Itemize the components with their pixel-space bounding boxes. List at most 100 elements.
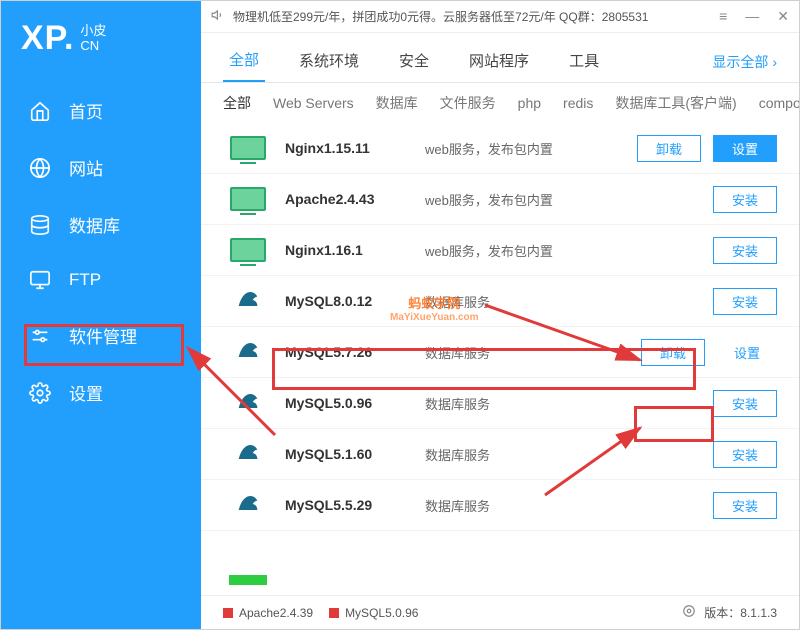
nav-label: 设置 (69, 380, 103, 405)
filter-php[interactable]: php (518, 95, 541, 111)
menu-icon[interactable]: ≡ (719, 8, 727, 25)
software-name: MySQL5.7.26 (285, 344, 425, 360)
software-desc: 数据库服务 (425, 445, 713, 464)
watermark: 蚂蚁学院 MaYiXueYuan.com (390, 296, 479, 324)
software-row: Nginx1.16.1web服务，发布包内置安装 (201, 225, 799, 276)
status-apache: Apache2.4.39 (239, 606, 313, 620)
tab-security[interactable]: 安全 (393, 42, 435, 81)
software-name: Nginx1.15.11 (285, 140, 425, 156)
mysql-icon (231, 336, 265, 369)
nav-label: 网站 (69, 155, 103, 180)
category-tabs: 全部 系统环境 安全 网站程序 工具 显示全部 › (201, 33, 799, 83)
filter-composer[interactable]: composer (759, 95, 799, 111)
sidebar: XP. 小皮 CN 首页 网站 数据库 FTP (1, 1, 201, 629)
software-row: MySQL5.0.96数据库服务安装 (201, 378, 799, 429)
row-actions: 安装 (713, 390, 777, 417)
mysql-icon (231, 489, 265, 522)
software-list: Nginx1.15.11web服务，发布包内置卸载设置Apache2.4.43w… (201, 123, 799, 565)
logo: XP. 小皮 CN (1, 1, 201, 82)
filter-redis[interactable]: redis (563, 95, 593, 111)
software-name: MySQL5.5.29 (285, 497, 425, 513)
software-name: MySQL5.1.60 (285, 446, 425, 462)
web-server-icon (230, 187, 266, 211)
sliders-icon (29, 325, 51, 347)
row-actions: 安装 (713, 237, 777, 264)
footer-gear-icon[interactable] (682, 604, 696, 621)
action-button[interactable]: 设置 (717, 340, 777, 365)
chevron-right-icon: › (772, 54, 777, 70)
status-mysql: MySQL5.0.96 (345, 606, 418, 620)
row-actions: 安装 (713, 492, 777, 519)
version-label: 版本： (704, 604, 740, 621)
show-all-link[interactable]: 显示全部 › (712, 52, 777, 72)
action-button[interactable]: 安装 (713, 492, 777, 519)
titlebar: 物理机低至299元/年，拼团成功0元得。云服务器低至72元/年 QQ群：2805… (201, 1, 799, 33)
globe-icon (29, 157, 51, 179)
software-row: MySQL5.7.26数据库服务卸载设置 (201, 327, 799, 378)
action-button[interactable]: 安装 (713, 390, 777, 417)
progress-bar (229, 575, 267, 585)
software-row: MySQL8.0.12数据库服务安装 (201, 276, 799, 327)
web-server-icon (230, 238, 266, 262)
filter-tabs: 全部 Web Servers 数据库 文件服务 php redis 数据库工具(… (201, 83, 799, 123)
row-actions: 安装 (713, 186, 777, 213)
logo-text-xp: XP. (21, 19, 74, 58)
mysql-icon (231, 438, 265, 471)
nav: 首页 网站 数据库 FTP 软件管理 设置 (1, 82, 201, 629)
software-desc: web服务，发布包内置 (425, 241, 713, 260)
nav-label: 数据库 (69, 212, 120, 237)
filter-webservers[interactable]: Web Servers (273, 95, 354, 111)
action-button[interactable]: 安装 (713, 186, 777, 213)
nav-item-software[interactable]: 软件管理 (1, 307, 201, 364)
status-dot-apache (223, 608, 233, 618)
row-actions: 卸载设置 (637, 135, 777, 162)
announcement-text: 物理机低至299元/年，拼团成功0元得。云服务器低至72元/年 QQ群：2805… (225, 8, 719, 25)
software-desc: web服务，发布包内置 (425, 139, 637, 158)
software-name: Nginx1.16.1 (285, 242, 425, 258)
mysql-icon (231, 387, 265, 420)
software-row: Nginx1.15.11web服务，发布包内置卸载设置 (201, 123, 799, 174)
monitor-icon (29, 269, 51, 291)
gear-icon (29, 382, 51, 404)
tab-all[interactable]: 全部 (223, 41, 265, 82)
tab-tools[interactable]: 工具 (563, 42, 605, 81)
filter-dbtools[interactable]: 数据库工具(客户端) (615, 93, 736, 113)
progress-row (201, 565, 799, 595)
database-icon (29, 214, 51, 236)
action-button[interactable]: 安装 (713, 237, 777, 264)
software-row: Apache2.4.43web服务，发布包内置安装 (201, 174, 799, 225)
software-row: MySQL5.1.60数据库服务安装 (201, 429, 799, 480)
filter-fileservice[interactable]: 文件服务 (440, 93, 496, 113)
status-bar: Apache2.4.39 MySQL5.0.96 版本： 8.1.1.3 (201, 595, 799, 629)
tab-system-env[interactable]: 系统环境 (293, 42, 365, 81)
nav-item-ftp[interactable]: FTP (1, 253, 201, 307)
row-actions: 安装 (713, 288, 777, 315)
nav-item-home[interactable]: 首页 (1, 82, 201, 139)
web-server-icon (230, 136, 266, 160)
row-actions: 卸载设置 (641, 339, 777, 366)
tab-web-programs[interactable]: 网站程序 (463, 42, 535, 81)
main: 物理机低至299元/年，拼团成功0元得。云服务器低至72元/年 QQ群：2805… (201, 1, 799, 629)
minimize-icon[interactable]: — (745, 8, 759, 25)
software-name: MySQL5.0.96 (285, 395, 425, 411)
action-button[interactable]: 设置 (713, 135, 777, 162)
action-button[interactable]: 卸载 (637, 135, 701, 162)
action-button[interactable]: 安装 (713, 288, 777, 315)
action-button[interactable]: 卸载 (641, 339, 705, 366)
nav-item-settings[interactable]: 设置 (1, 364, 201, 421)
close-icon[interactable]: ✕ (777, 8, 789, 25)
filter-all[interactable]: 全部 (223, 93, 251, 113)
action-button[interactable]: 安装 (713, 441, 777, 468)
logo-text-cn: 小皮 CN (80, 23, 106, 58)
version-number: 8.1.1.3 (740, 606, 777, 620)
software-desc: 数据库服务 (425, 394, 713, 413)
nav-item-website[interactable]: 网站 (1, 139, 201, 196)
software-desc: 数据库服务 (425, 343, 641, 362)
home-icon (29, 100, 51, 122)
filter-database[interactable]: 数据库 (376, 93, 418, 113)
software-desc: 数据库服务 (425, 496, 713, 515)
software-row: MySQL5.5.29数据库服务安装 (201, 480, 799, 531)
software-desc: web服务，发布包内置 (425, 190, 713, 209)
nav-label: 软件管理 (69, 323, 137, 348)
nav-item-database[interactable]: 数据库 (1, 196, 201, 253)
